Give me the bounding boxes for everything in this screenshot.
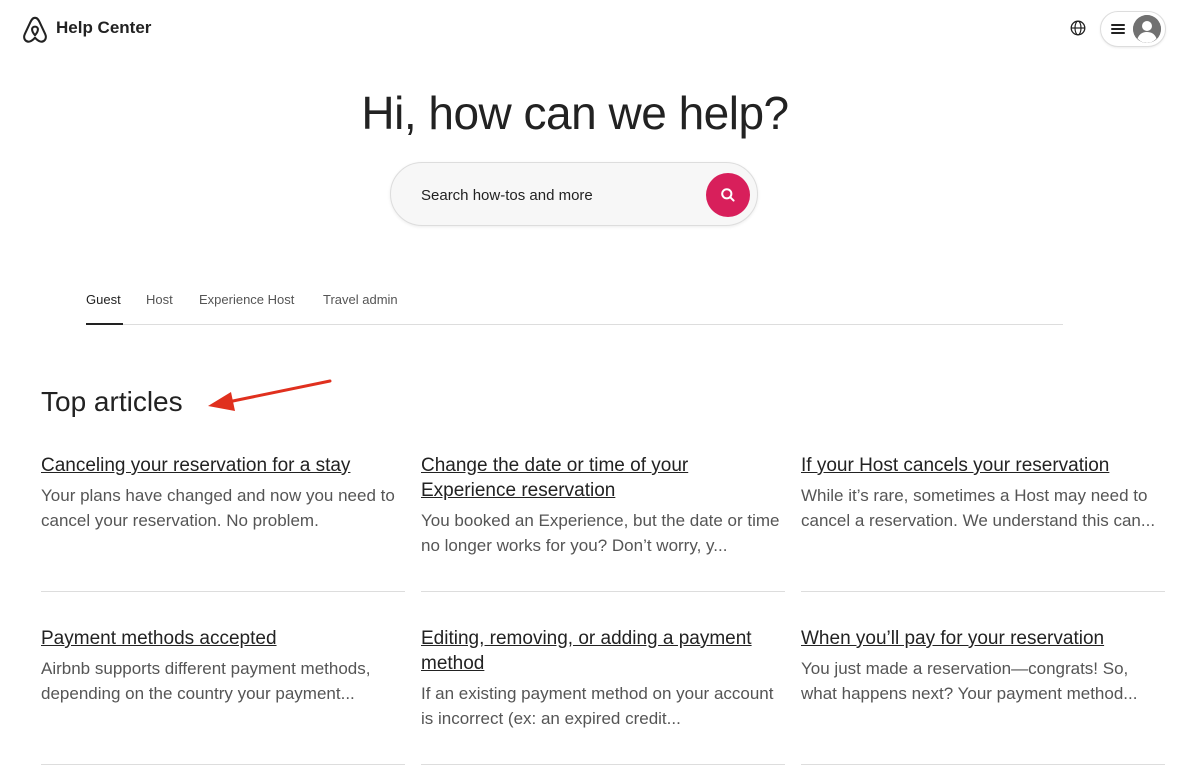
hamburger-menu-icon: [1111, 24, 1125, 34]
divider: [801, 591, 1165, 592]
article-card: Payment methods accepted Airbnb supports…: [41, 626, 405, 706]
divider: [421, 764, 785, 765]
help-center-title[interactable]: Help Center: [56, 18, 151, 38]
article-link[interactable]: When you’ll pay for your reservation: [801, 626, 1165, 651]
search-input[interactable]: [421, 183, 691, 207]
article-link[interactable]: If your Host cancels your reservation: [801, 453, 1165, 478]
page-title: Hi, how can we help?: [361, 87, 789, 139]
article-description: If an existing payment method on your ac…: [421, 684, 774, 728]
red-arrow-icon: [208, 379, 332, 411]
search-icon: [721, 188, 735, 202]
tab-travel-admin[interactable]: Travel admin: [323, 292, 398, 325]
divider: [421, 591, 785, 592]
divider: [41, 591, 405, 592]
search-bar[interactable]: [390, 162, 758, 226]
airbnb-logo-icon[interactable]: [20, 14, 50, 46]
user-avatar-icon: [1133, 15, 1161, 43]
top-articles-heading: Top articles: [41, 386, 183, 417]
globe-icon: [1070, 20, 1086, 36]
article-link[interactable]: Canceling your reservation for a stay: [41, 453, 405, 478]
account-menu-button[interactable]: [1100, 11, 1166, 47]
divider: [41, 764, 405, 765]
article-link[interactable]: Change the date or time of your Experien…: [421, 453, 785, 503]
article-card: When you’ll pay for your reservation You…: [801, 626, 1165, 706]
article-description: You just made a reservation—congrats! So…: [801, 659, 1138, 703]
divider: [801, 764, 1165, 765]
article-link[interactable]: Payment methods accepted: [41, 626, 405, 651]
tab-experience-host[interactable]: Experience Host: [199, 292, 294, 325]
tab-guest[interactable]: Guest: [86, 292, 123, 325]
search-button[interactable]: [706, 173, 750, 217]
article-description: Airbnb supports different payment method…: [41, 659, 371, 703]
article-link[interactable]: Editing, removing, or adding a payment m…: [421, 626, 785, 676]
article-card: If your Host cancels your reservation Wh…: [801, 453, 1165, 533]
article-card: Change the date or time of your Experien…: [421, 453, 785, 558]
tab-host[interactable]: Host: [146, 292, 173, 325]
audience-tabs: Guest Host Experience Host Travel admin: [86, 292, 1063, 325]
language-button[interactable]: [1064, 14, 1092, 42]
article-card: Editing, removing, or adding a payment m…: [421, 626, 785, 731]
top-bar: Help Center: [0, 0, 1200, 60]
article-description: Your plans have changed and now you need…: [41, 486, 395, 530]
article-description: You booked an Experience, but the date o…: [421, 511, 780, 555]
article-card: Canceling your reservation for a stay Yo…: [41, 453, 405, 533]
article-description: While it’s rare, sometimes a Host may ne…: [801, 486, 1156, 530]
